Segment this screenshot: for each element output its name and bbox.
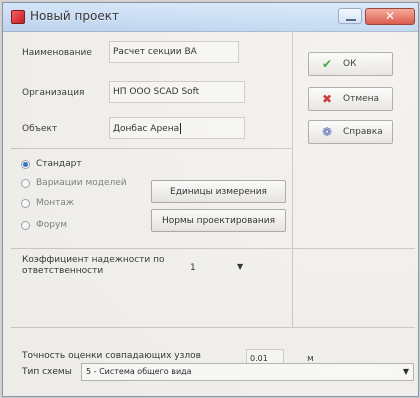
mode-forum-radio[interactable] — [21, 220, 30, 230]
section-divider-top — [11, 148, 292, 149]
object-value: Донбас Арена — [113, 124, 180, 134]
organization-value: НП ООО SCAD Soft — [113, 87, 200, 97]
help-button[interactable]: ❁ Справка — [308, 120, 393, 144]
checkmark-icon: ✔ — [321, 57, 333, 71]
close-button[interactable]: ✕ — [365, 8, 415, 25]
chevron-down-icon: ▼ — [237, 262, 244, 271]
reliability-dropdown[interactable]: 1 ▼ — [190, 260, 248, 278]
vertical-divider — [292, 31, 293, 327]
organization-field[interactable]: НП ООО SCAD Soft — [109, 81, 245, 103]
reliability-value: 1 — [190, 263, 196, 273]
new-project-dialog: Новый проект ✕ Наименование Расчет секци… — [2, 2, 419, 397]
cancel-label: Отмена — [343, 94, 380, 104]
mode-standard-radio[interactable] — [21, 159, 30, 169]
mode-forum-option[interactable]: Форум — [21, 216, 67, 234]
help-icon: ❁ — [321, 125, 333, 139]
mode-standard-option[interactable]: Стандарт — [21, 155, 82, 173]
reliability-label: Коэффициент надежности по ответственност… — [22, 255, 165, 276]
mode-montage-radio[interactable] — [21, 198, 30, 208]
section-divider-bottom — [11, 327, 415, 328]
minimize-icon — [346, 19, 356, 21]
ok-button[interactable]: ✔ ОК — [308, 52, 393, 76]
name-field[interactable]: Расчет секции ВА — [109, 41, 239, 63]
accuracy-label: Точность оценки совпадающих узлов — [22, 351, 201, 361]
mode-forum-label: Форум — [36, 220, 68, 230]
object-field[interactable]: Донбас Арена — [109, 117, 245, 139]
window-title: Новый проект — [30, 9, 119, 23]
chevron-down-icon: ▼ — [402, 367, 409, 376]
organization-label: Организация — [22, 88, 85, 98]
design-norms-button[interactable]: Нормы проектирования — [151, 209, 286, 232]
scheme-type-label: Тип схемы — [22, 367, 72, 377]
cross-icon: ✖ — [321, 92, 333, 106]
ok-label: ОК — [343, 59, 357, 69]
title-bar: Новый проект ✕ — [3, 3, 418, 32]
cancel-button[interactable]: ✖ Отмена — [308, 87, 393, 111]
app-icon — [11, 10, 25, 24]
object-label: Объект — [22, 124, 58, 134]
close-icon: ✕ — [384, 9, 396, 23]
name-value: Расчет секции ВА — [113, 47, 197, 57]
minimize-button[interactable] — [338, 8, 362, 24]
section-divider-middle — [11, 248, 415, 249]
units-button[interactable]: Единицы измерения — [151, 180, 286, 203]
scheme-type-select[interactable]: 5 - Система общего вида ▼ — [81, 363, 414, 381]
accuracy-value: 0.01 — [250, 354, 268, 363]
mode-montage-label: Монтаж — [36, 198, 75, 208]
name-label: Наименование — [22, 48, 92, 58]
help-label: Справка — [343, 127, 383, 137]
mode-standard-label: Стандарт — [36, 159, 82, 169]
units-label: Единицы измерения — [170, 186, 267, 197]
mode-montage-option[interactable]: Монтаж — [21, 194, 74, 212]
scheme-type-value: 5 - Система общего вида — [86, 367, 192, 376]
mode-model-variations-option[interactable]: Вариации моделей — [21, 174, 127, 192]
mode-model-variations-label: Вариации моделей — [36, 178, 127, 188]
mode-model-variations-radio[interactable] — [21, 178, 30, 188]
design-norms-label: Нормы проектирования — [161, 215, 276, 226]
text-caret — [180, 123, 182, 134]
